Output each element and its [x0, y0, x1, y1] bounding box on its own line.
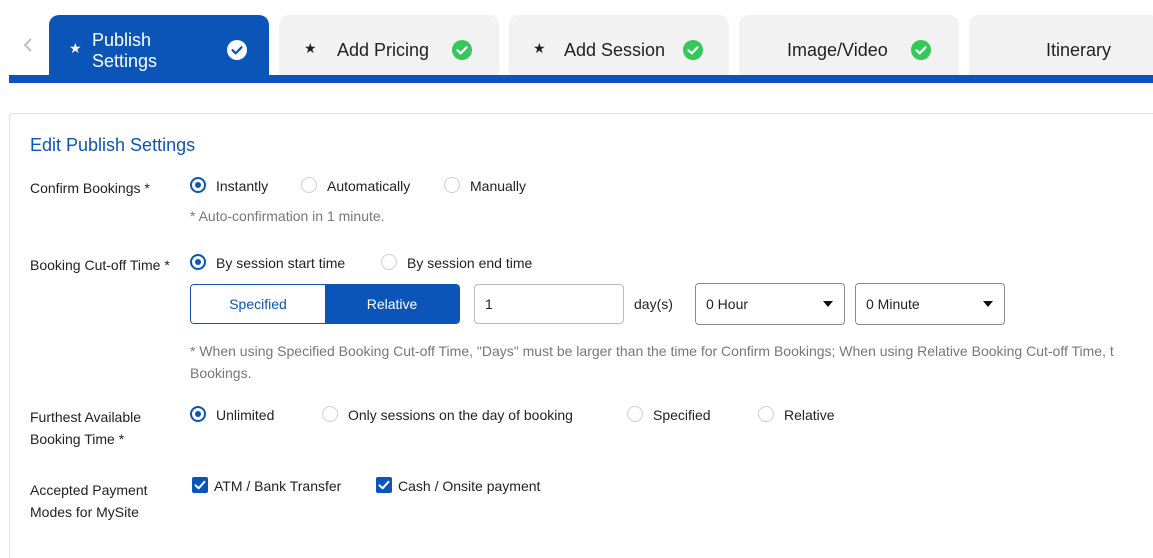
check-circle-icon: [227, 40, 247, 60]
mode-relative-button[interactable]: Relative: [325, 285, 459, 323]
cutoff-minute-select[interactable]: 0 Minute: [855, 283, 1005, 325]
option-label: By session end time: [407, 255, 533, 271]
check-circle-icon: [452, 40, 472, 60]
tab-itinerary[interactable]: Itinerary: [969, 15, 1153, 75]
chevron-left-icon[interactable]: [20, 36, 38, 54]
option-label: Only sessions on the day of booking: [348, 407, 573, 423]
caret-down-icon: [983, 301, 993, 307]
days-unit-label: day(s): [634, 296, 673, 312]
cutoff-hint-line1: * When using Specified Booking Cut-off T…: [190, 343, 1114, 359]
radio-instantly[interactable]: [190, 177, 206, 193]
option-label: Relative: [784, 407, 835, 423]
star-icon: ★: [533, 40, 546, 56]
radio-manually[interactable]: [444, 177, 460, 193]
select-value: 0 Minute: [866, 296, 920, 312]
option-label: Unlimited: [216, 407, 275, 423]
option-label: Cash / Onsite payment: [398, 478, 541, 494]
star-icon: ★: [304, 40, 317, 56]
tab-add-pricing[interactable]: ★ Add Pricing: [279, 15, 499, 75]
furthest-booking-label-2: Booking Time *: [30, 431, 125, 447]
tab-image-video[interactable]: Image/Video: [739, 15, 959, 75]
tab-label: Add Session: [564, 40, 666, 60]
star-icon: ★: [69, 40, 82, 56]
radio-automatically[interactable]: [301, 177, 317, 193]
option-label: ATM / Bank Transfer: [214, 478, 342, 494]
check-circle-icon: [683, 40, 703, 60]
booking-cutoff-label: Booking Cut-off Time *: [30, 257, 170, 273]
tab-label: Publish Settings: [92, 30, 158, 71]
select-value: 0 Hour: [706, 296, 749, 312]
active-tab-underline: [9, 75, 1153, 83]
cutoff-hour-select[interactable]: 0 Hour: [695, 283, 845, 325]
tab-label: Itinerary: [1046, 40, 1112, 60]
radio-by-session-start[interactable]: [190, 254, 206, 270]
radio-by-session-end[interactable]: [381, 254, 397, 270]
option-label: Automatically: [327, 178, 411, 194]
option-label: Manually: [470, 178, 527, 194]
tab-label: Image/Video: [787, 40, 888, 60]
check-circle-icon: [911, 40, 931, 60]
radio-same-day-only[interactable]: [322, 406, 338, 422]
publish-settings-panel: [9, 113, 1153, 558]
step-tabs: ★ Publish Settings ★ Add Pricing ★ Add S…: [0, 0, 1153, 83]
cutoff-days-input[interactable]: [474, 284, 624, 324]
checkbox-atm-bank-transfer[interactable]: [192, 477, 208, 493]
confirm-bookings-label: Confirm Bookings *: [30, 180, 150, 196]
radio-unlimited[interactable]: [190, 406, 206, 422]
option-label: Instantly: [216, 178, 269, 194]
payment-modes-label-1: Accepted Payment: [30, 482, 148, 498]
option-label: Specified: [653, 407, 711, 423]
tab-add-session[interactable]: ★ Add Session: [509, 15, 729, 75]
radio-furthest-relative[interactable]: [758, 406, 774, 422]
payment-modes-label-2: Modes for MySite: [30, 504, 139, 520]
page-title: Edit Publish Settings: [30, 135, 196, 155]
option-label: By session start time: [216, 255, 346, 271]
checkbox-cash-onsite[interactable]: [376, 477, 392, 493]
cutoff-mode-toggle: Specified Relative: [190, 284, 460, 324]
radio-furthest-specified[interactable]: [627, 406, 643, 422]
tab-label: Add Pricing: [337, 40, 430, 60]
confirm-bookings-hint: * Auto-confirmation in 1 minute.: [190, 208, 385, 224]
cutoff-hint-line2: Bookings.: [190, 365, 252, 381]
furthest-booking-label-1: Furthest Available: [30, 409, 142, 425]
mode-specified-button[interactable]: Specified: [191, 285, 325, 323]
tab-publish-settings[interactable]: ★ Publish Settings: [49, 15, 269, 75]
caret-down-icon: [823, 301, 833, 307]
